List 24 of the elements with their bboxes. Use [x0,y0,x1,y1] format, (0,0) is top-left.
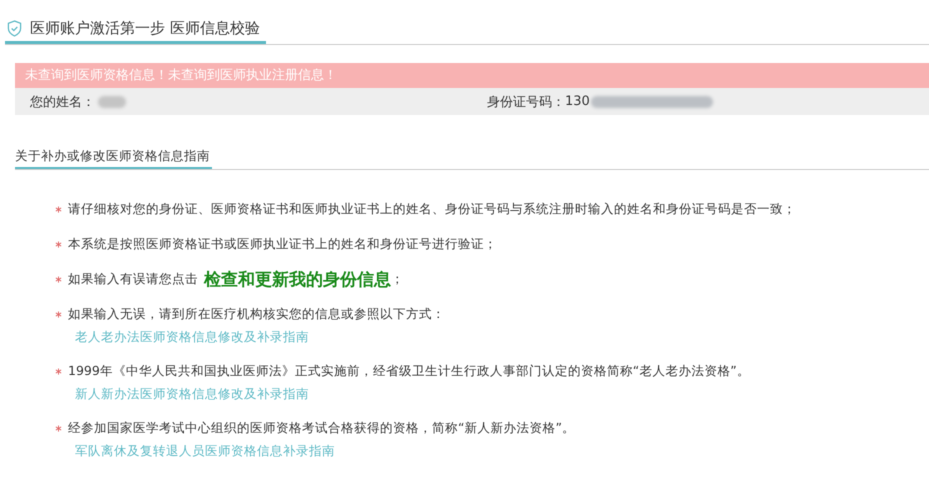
id-label: 身份证号码： [487,94,565,110]
note-text: ； [391,271,404,288]
note-text: 经参加国家医学考试中心组织的医师资格考试合格获得的资格，简称“新人新办法资格”。 [68,420,575,437]
shield-icon [7,20,22,36]
asterisk-icon [55,311,62,318]
guide-link[interactable]: 新人新办法医师资格信息修改及补录指南 [75,386,309,402]
asterisk-icon [55,241,62,248]
note-text: 本系统是按照医师资格证书或医师执业证书上的姓名和身份证号进行验证； [68,236,497,253]
asterisk-icon [55,276,62,283]
asterisk-icon [55,425,62,432]
name-label: 您的姓名： [30,94,95,110]
asterisk-icon [55,206,62,213]
page-title: 医师账户激活第一步 医师信息校验 [30,18,260,38]
section-title: 关于补办或修改医师资格信息指南 [15,147,212,169]
update-identity-link[interactable]: 检查和更新我的身份信息 [204,268,391,291]
note-text: 如果输入无误，请到所在医疗机构核实您的信息或参照以下方式： [68,306,445,323]
note-text: 如果输入有误请您点击 [68,271,198,288]
guide-link[interactable]: 老人老办法医师资格信息修改及补录指南 [75,328,309,346]
guide-link[interactable]: 军队离休及复转退人员医师资格信息补录指南 [75,442,335,460]
asterisk-icon [55,368,62,375]
error-banner: 未查询到医师资格信息！未查询到医师执业注册信息！ [15,63,929,88]
note-text: 请仔细核对您的身份证、医师资格证书和医师执业证书上的姓名、身份证号码与系统注册时输入的姓名和身份证号码是否一致； [68,201,796,218]
id-number: 130 [565,94,590,109]
note-text: 1999年《中华人民共和国执业医师法》正式实施前，经省级卫生计生行政人事部门认定的资格简称“老人老办法资格”。 [68,363,750,380]
